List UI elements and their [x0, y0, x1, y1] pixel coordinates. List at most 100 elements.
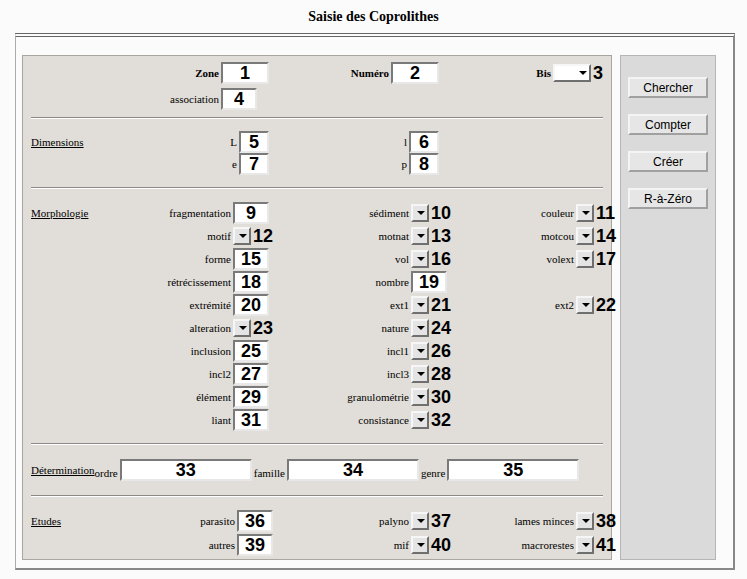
text-field[interactable]: 19 [411, 271, 447, 293]
label-cell: Etudesparasito [23, 515, 237, 527]
text-field[interactable]: 31 [233, 409, 269, 431]
text-field[interactable]: 29 [233, 386, 269, 408]
dropdown[interactable] [411, 342, 429, 360]
dropdown[interactable] [576, 296, 594, 314]
label-cell: Bis [491, 67, 553, 79]
section-title: Morphologie [31, 207, 88, 219]
dropdown[interactable] [411, 512, 429, 530]
label-cell: p [389, 158, 409, 170]
text-field[interactable]: 25 [233, 340, 269, 362]
field-marker: 32 [431, 411, 451, 429]
dropdown[interactable] [411, 411, 429, 429]
frame: Zone1Numéro2Bis3association4DimensionsL5… [15, 33, 735, 570]
label-cell: lames minces [501, 515, 576, 527]
field-cell: 1 [221, 62, 321, 84]
label-cell: vol [323, 253, 411, 265]
label-cell: nombre [323, 276, 411, 288]
label-cell: Numéro [321, 67, 391, 79]
field-cell: 7 [239, 153, 389, 175]
field-label: consistance [358, 414, 409, 426]
action-button[interactable]: Chercher [628, 77, 708, 98]
field-cell: 17 [576, 250, 616, 268]
dropdown-arrow-icon [239, 234, 247, 238]
field-marker: 20 [241, 296, 261, 314]
text-field[interactable]: 4 [221, 88, 257, 110]
dropdown-arrow-icon [579, 71, 587, 75]
label-cell: Morphologiefragmentation [23, 207, 233, 219]
field-label: parasito [200, 515, 235, 527]
label-cell: incl1 [323, 345, 411, 357]
dropdown[interactable] [411, 227, 429, 245]
label-cell: nature [323, 322, 411, 334]
field-label: rétrécissement [167, 276, 231, 288]
form-panel: Zone1Numéro2Bis3association4DimensionsL5… [22, 55, 612, 560]
dropdown[interactable] [411, 296, 429, 314]
dropdown[interactable] [576, 536, 594, 554]
text-field[interactable]: 34 [287, 459, 419, 481]
label-cell: rétrécissement [23, 276, 233, 288]
field-marker: 13 [431, 227, 451, 245]
field-marker: 24 [431, 319, 451, 337]
field-marker: 17 [596, 250, 616, 268]
field-marker: 19 [419, 273, 439, 291]
field-grid: Zone1Numéro2Bis3association4 [23, 60, 611, 112]
dropdown-arrow-icon [417, 519, 425, 523]
field-marker: 16 [431, 250, 451, 268]
field-marker: 40 [431, 536, 451, 554]
text-field[interactable]: 35 [447, 459, 579, 481]
dropdown[interactable] [576, 227, 594, 245]
dropdown[interactable] [576, 250, 594, 268]
dropdown[interactable] [553, 64, 591, 82]
dropdown[interactable] [411, 250, 429, 268]
text-field[interactable]: 1 [221, 62, 269, 84]
dropdown[interactable] [411, 319, 429, 337]
action-button[interactable]: Créer [628, 151, 708, 172]
text-field[interactable]: 33 [120, 459, 252, 481]
field-cell: 41 [576, 536, 616, 554]
text-field[interactable]: 8 [409, 153, 439, 175]
label-cell: incl2 [23, 368, 233, 380]
text-field[interactable]: 27 [233, 363, 269, 385]
dropdown[interactable] [576, 512, 594, 530]
field-label: motcou [541, 230, 574, 242]
field-label: Zone [195, 67, 219, 79]
action-button[interactable]: R-à-Zéro [628, 188, 708, 209]
text-field[interactable]: 5 [239, 131, 269, 153]
dropdown-arrow-icon [582, 234, 590, 238]
dropdown[interactable] [233, 319, 251, 337]
text-field[interactable]: 9 [233, 202, 269, 224]
button-panel: Chercher Compter Créer R-à-Zéro [620, 55, 716, 560]
separator [31, 187, 603, 189]
label-cell: alteration [23, 322, 233, 334]
field-cell: 37 [411, 512, 501, 530]
text-field[interactable]: 7 [239, 153, 269, 175]
field-label: motnat [378, 230, 409, 242]
field-cell: 28 [411, 365, 501, 383]
field-marker: 11 [596, 204, 615, 222]
field-cell: 29 [233, 386, 323, 408]
dropdown[interactable] [411, 204, 429, 222]
text-field[interactable]: 36 [237, 510, 273, 532]
field-marker: 12 [253, 227, 273, 245]
field-label: palyno [379, 515, 409, 527]
text-field[interactable]: 2 [391, 62, 439, 84]
field-cell: 40 [411, 536, 501, 554]
dropdown[interactable] [233, 227, 251, 245]
action-button[interactable]: Compter [628, 114, 708, 135]
text-field[interactable]: 18 [233, 271, 269, 293]
dropdown[interactable] [411, 388, 429, 406]
field-label: volext [547, 253, 575, 265]
field-cell: 27 [233, 363, 323, 385]
field-cell: 22 [576, 296, 616, 314]
text-field[interactable]: 20 [233, 294, 269, 316]
field-label: inclusion [191, 345, 231, 357]
dropdown[interactable] [411, 365, 429, 383]
field-marker: 28 [431, 365, 451, 383]
dropdown[interactable] [576, 204, 594, 222]
field-cell: 11 [576, 204, 616, 222]
field-cell: 2 [391, 62, 491, 84]
text-field[interactable]: 6 [409, 131, 439, 153]
text-field[interactable]: 39 [237, 534, 273, 556]
dropdown[interactable] [411, 536, 429, 554]
text-field[interactable]: 15 [233, 248, 269, 270]
